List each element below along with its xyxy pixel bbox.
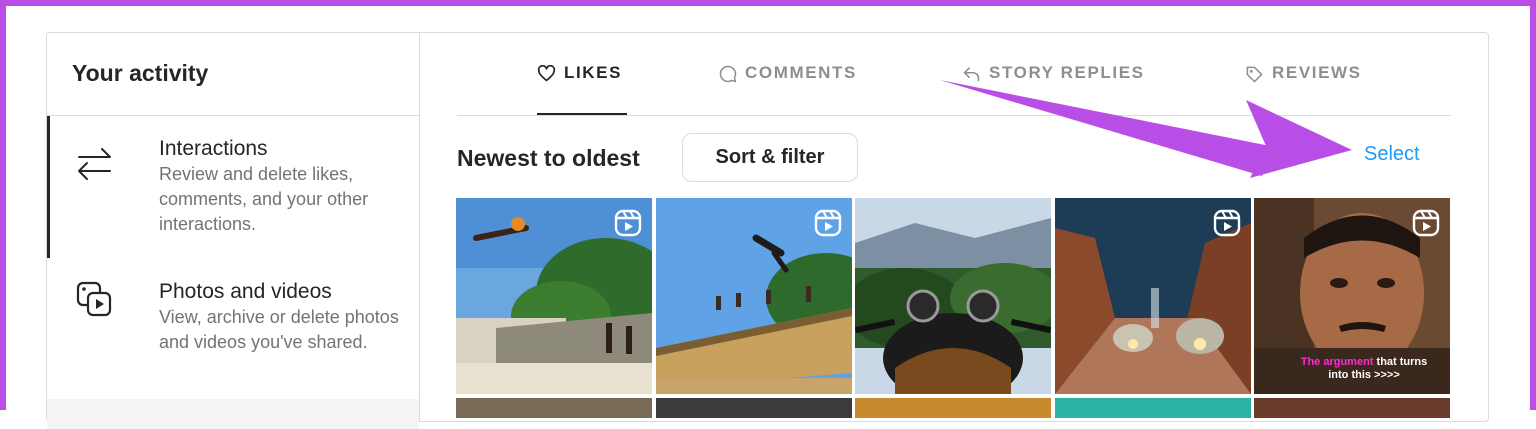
- heart-icon: [537, 65, 556, 82]
- sidebar-item-next[interactable]: [47, 399, 419, 429]
- sidebar-item-label: Photos and videos: [159, 280, 332, 303]
- activity-sidebar: Your activity Interactions Review and de…: [47, 33, 420, 429]
- tag-icon: [1246, 66, 1263, 83]
- swap-arrows-icon: [78, 148, 111, 180]
- liked-post-thumbnail[interactable]: [656, 398, 852, 418]
- tab-label: LIKES: [564, 63, 623, 82]
- comment-icon: [719, 65, 737, 83]
- liked-post-thumbnail[interactable]: [456, 398, 652, 418]
- liked-post-thumbnail[interactable]: [1055, 398, 1251, 418]
- reels-icon: [1213, 209, 1241, 237]
- tab-label: REVIEWS: [1272, 63, 1362, 82]
- activity-main: LIKES COMMENTS STORY REPLIES REVIEWS New…: [419, 33, 1489, 421]
- sort-filter-button[interactable]: Sort & filter: [682, 133, 858, 182]
- reels-icon: [614, 209, 642, 237]
- tab-story-replies[interactable]: STORY REPLIES: [962, 63, 1162, 115]
- tab-label: COMMENTS: [745, 63, 857, 82]
- liked-post-thumbnail[interactable]: The argument that turns into this >>>>: [1254, 198, 1450, 394]
- sidebar-item-interactions[interactable]: Interactions Review and delete likes, co…: [47, 116, 419, 258]
- liked-post-thumbnail[interactable]: [1254, 398, 1450, 418]
- reels-icon: [1412, 209, 1440, 237]
- liked-post-thumbnail[interactable]: [855, 398, 1051, 418]
- reels-icon: [814, 209, 842, 237]
- post-image: [855, 198, 1051, 394]
- sidebar-item-label: Interactions: [159, 137, 268, 160]
- photos-icon: [76, 281, 112, 317]
- sidebar-title: Your activity: [72, 60, 209, 86]
- liked-post-thumbnail[interactable]: [855, 198, 1051, 394]
- tab-reviews[interactable]: REVIEWS: [1245, 63, 1385, 115]
- select-link[interactable]: Select: [1364, 143, 1420, 166]
- liked-post-thumbnail[interactable]: [656, 198, 852, 394]
- sort-order-label: Newest to oldest: [457, 145, 640, 171]
- sidebar-item-description: View, archive or delete photos and video…: [159, 307, 399, 352]
- caption-highlight: The argument: [1300, 356, 1374, 368]
- sidebar-item-photos-and-videos[interactable]: Photos and videos View, archive or delet…: [47, 258, 419, 398]
- reply-icon: [963, 67, 980, 82]
- tab-likes[interactable]: LIKES: [537, 63, 627, 115]
- liked-post-thumbnail[interactable]: [1055, 198, 1251, 394]
- tab-bar: LIKES COMMENTS STORY REPLIES REVIEWS: [457, 33, 1451, 116]
- tab-label: STORY REPLIES: [989, 63, 1145, 82]
- video-caption: The argument that turns into this >>>>: [1294, 356, 1434, 382]
- sidebar-item-description: Review and delete likes, comments, and y…: [159, 164, 369, 234]
- liked-post-thumbnail[interactable]: [456, 198, 652, 394]
- activity-panel: Your activity Interactions Review and de…: [46, 32, 1489, 429]
- tab-comments[interactable]: COMMENTS: [719, 63, 879, 115]
